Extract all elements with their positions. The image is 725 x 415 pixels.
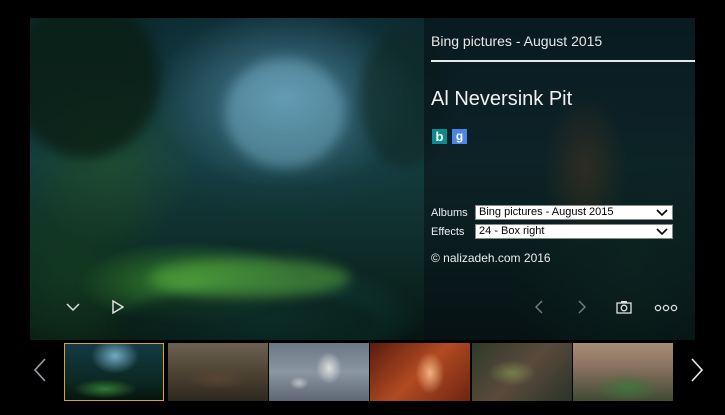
photo-title: Al Neversink Pit bbox=[431, 88, 573, 110]
more-icon[interactable] bbox=[654, 304, 678, 312]
album-heading: Bing pictures - August 2015 bbox=[431, 33, 603, 49]
chevron-down-icon bbox=[656, 209, 668, 217]
chevron-right-icon[interactable] bbox=[578, 300, 586, 314]
thumbnail-neversink-pit[interactable] bbox=[64, 343, 164, 401]
camera-icon[interactable] bbox=[616, 300, 632, 314]
chevron-right-icon[interactable] bbox=[691, 358, 703, 382]
albums-label: Albums bbox=[431, 207, 468, 219]
chevron-down-icon bbox=[656, 228, 668, 236]
albums-select[interactable]: Bing pictures - August 2015 bbox=[475, 205, 673, 220]
thumbnail-bison[interactable] bbox=[168, 343, 268, 401]
heading-divider bbox=[431, 60, 695, 62]
effects-label: Effects bbox=[431, 226, 465, 238]
chevron-down-icon[interactable] bbox=[66, 302, 80, 312]
thumbnail-pelicans[interactable] bbox=[269, 343, 369, 401]
bing-search-icon[interactable]: b bbox=[432, 129, 447, 144]
app-window: Bing pictures - August 2015 Al Neversink… bbox=[0, 0, 725, 415]
thumbnail-coral-reef[interactable] bbox=[472, 343, 572, 401]
copyright-text: © nalizadeh.com 2016 bbox=[431, 251, 551, 265]
effects-select[interactable]: 24 - Box right bbox=[475, 224, 673, 239]
chevron-left-icon[interactable] bbox=[34, 358, 46, 382]
effects-select-value: 24 - Box right bbox=[479, 225, 545, 237]
thumbnail-antelope-canyon[interactable] bbox=[370, 343, 470, 401]
info-panel: Bing pictures - August 2015 Al Neversink… bbox=[424, 18, 695, 340]
thumbnail-strip bbox=[0, 340, 725, 415]
thumbnail-village[interactable] bbox=[573, 343, 673, 401]
play-icon[interactable] bbox=[112, 300, 124, 314]
google-search-icon[interactable]: g bbox=[452, 129, 467, 144]
albums-select-value: Bing pictures - August 2015 bbox=[479, 206, 614, 218]
chevron-left-icon[interactable] bbox=[535, 300, 543, 314]
